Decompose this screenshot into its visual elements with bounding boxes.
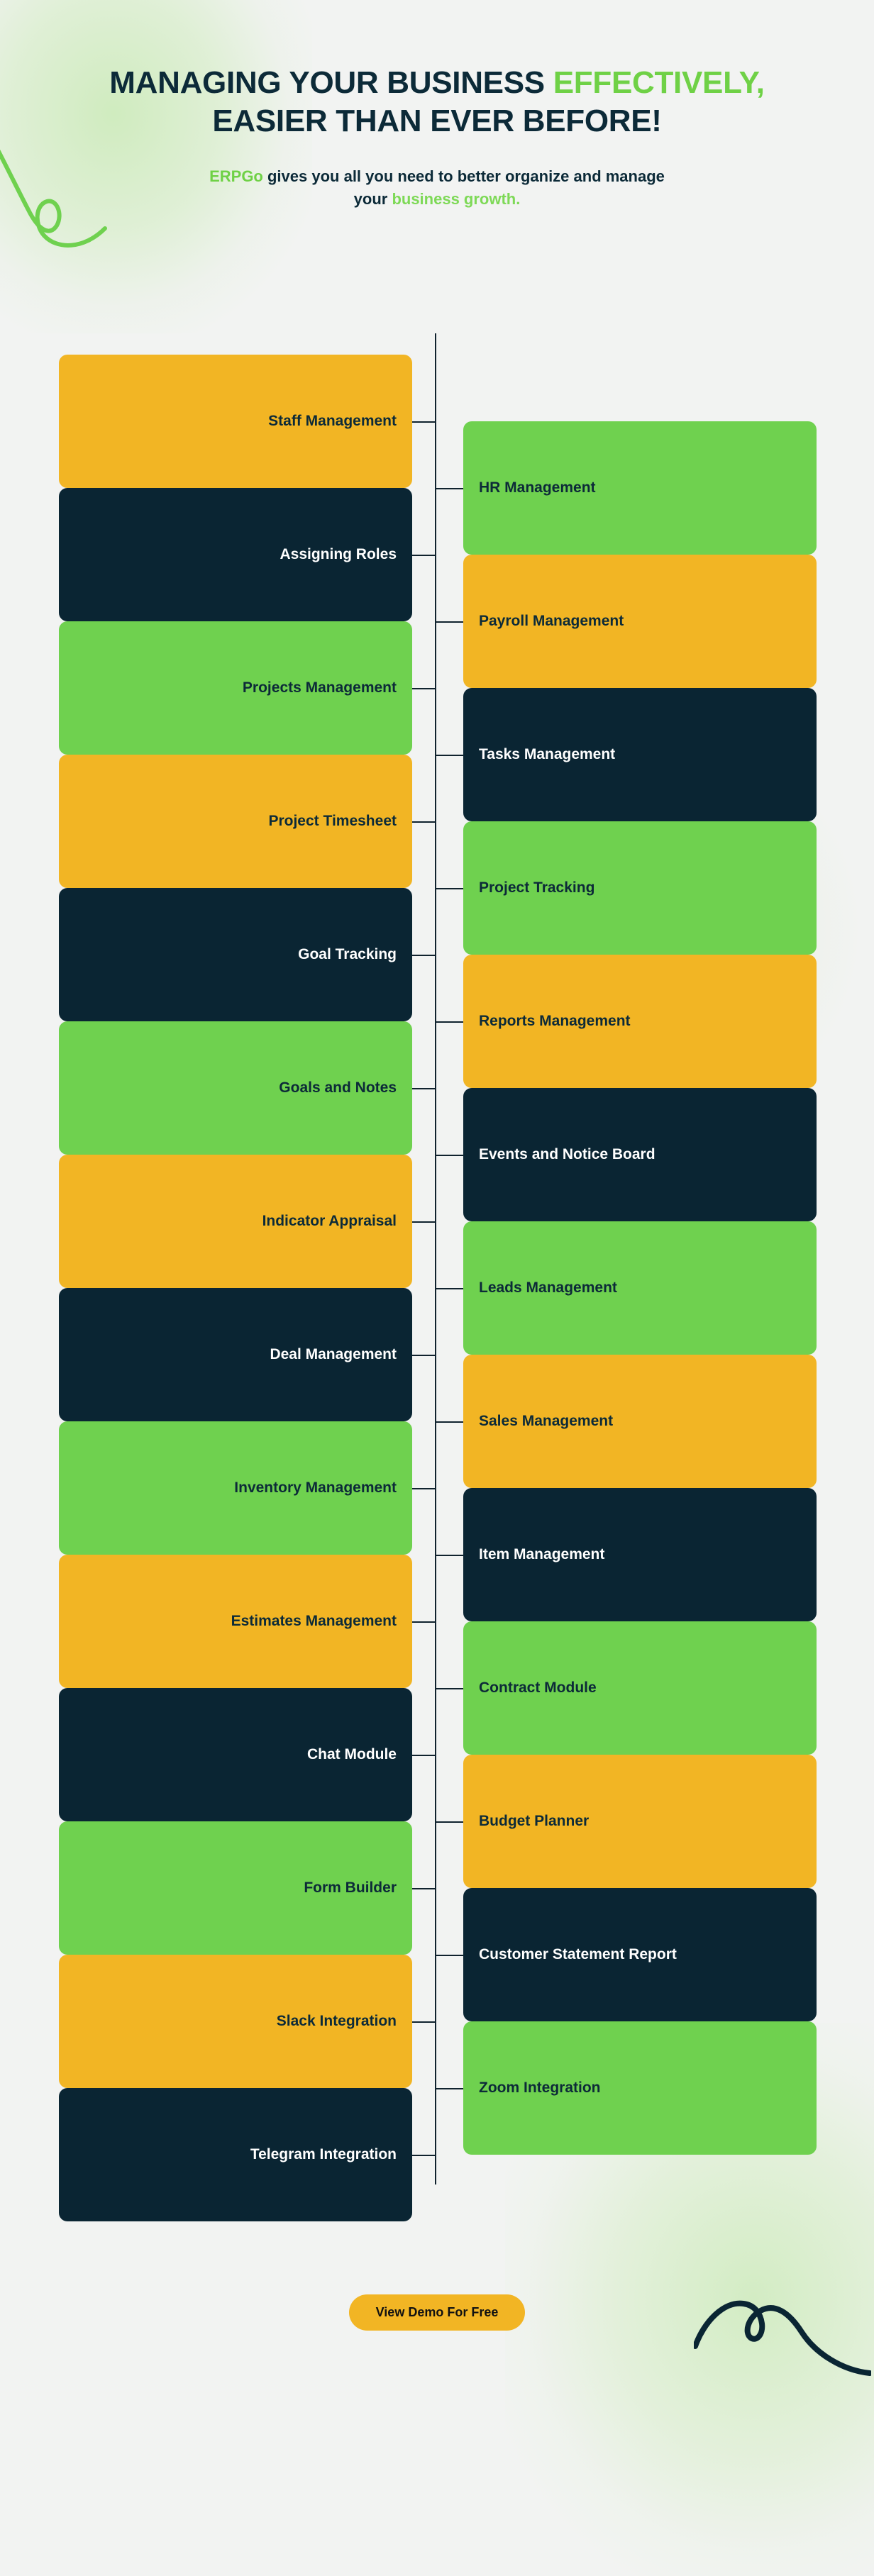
feature-node-label: Estimates Management [231,1613,397,1630]
connector-left-3 [412,688,435,689]
feature-diagram: Staff Management Assigning Roles Projects … [0,0,874,2392]
feature-node-inventory-management[interactable]: Inventory Management [59,1421,412,1555]
feature-node-item-management[interactable]: Item Management [463,1488,817,1621]
connector-left-2 [412,555,435,556]
feature-node-label: HR Management [479,479,596,496]
feature-node-chat-module[interactable]: Chat Module [59,1688,412,1821]
feature-node-label: Item Management [479,1546,605,1563]
feature-node-deal-management[interactable]: Deal Management [59,1288,412,1421]
feature-node-telegram-integration[interactable]: Telegram Integration [59,2088,412,2221]
feature-node-label: Projects Management [242,679,397,696]
feature-node-goal-tracking[interactable]: Goal Tracking [59,888,412,1021]
feature-node-label: Slack Integration [276,2013,397,2030]
connector-right-3 [435,755,463,756]
feature-node-label: Payroll Management [479,613,624,630]
connector-left-12 [412,1888,435,1889]
connector-right-10 [435,1688,463,1689]
connector-right-1 [435,488,463,489]
connector-left-14 [412,2155,435,2156]
connector-left-9 [412,1488,435,1489]
feature-node-label: Events and Notice Board [479,1146,656,1163]
connector-left-8 [412,1355,435,1356]
feature-node-label: Customer Statement Report [479,1946,677,1963]
feature-node-staff-management[interactable]: Staff Management [59,355,412,488]
feature-node-budget-planner[interactable]: Budget Planner [463,1755,817,1888]
feature-node-label: Chat Module [307,1746,397,1763]
feature-node-label: Reports Management [479,1013,631,1030]
connector-left-10 [412,1621,435,1623]
diagram-spine [435,333,436,2184]
connector-left-11 [412,1755,435,1756]
connector-right-9 [435,1555,463,1556]
feature-node-project-tracking[interactable]: Project Tracking [463,821,817,955]
feature-node-label: Project Timesheet [268,813,397,830]
feature-node-form-builder[interactable]: Form Builder [59,1821,412,1955]
connector-right-12 [435,1955,463,1956]
connector-right-13 [435,2088,463,2089]
connector-left-5 [412,955,435,956]
feature-node-label: Indicator Appraisal [262,1213,397,1230]
feature-node-events-and-notice-board[interactable]: Events and Notice Board [463,1088,817,1221]
feature-node-reports-management[interactable]: Reports Management [463,955,817,1088]
cta-container: View Demo For Free [0,2294,874,2331]
feature-node-customer-statement-report[interactable]: Customer Statement Report [463,1888,817,2021]
feature-node-label: Goal Tracking [298,946,397,963]
feature-node-tasks-management[interactable]: Tasks Management [463,688,817,821]
feature-node-goals-and-notes[interactable]: Goals and Notes [59,1021,412,1155]
feature-node-label: Form Builder [304,1880,397,1897]
feature-node-projects-management[interactable]: Projects Management [59,621,412,755]
feature-node-label: Contract Module [479,1680,597,1697]
connector-right-5 [435,1021,463,1023]
feature-node-project-timesheet[interactable]: Project Timesheet [59,755,412,888]
view-demo-button[interactable]: View Demo For Free [348,2294,526,2331]
feature-node-label: Tasks Management [479,746,616,763]
feature-node-label: Assigning Roles [280,546,397,563]
feature-node-leads-management[interactable]: Leads Management [463,1221,817,1355]
feature-node-label: Staff Management [268,413,397,430]
connector-right-4 [435,888,463,889]
feature-node-label: Deal Management [270,1346,397,1363]
feature-node-payroll-management[interactable]: Payroll Management [463,555,817,688]
connector-left-7 [412,1221,435,1223]
feature-node-label: Budget Planner [479,1813,590,1830]
connector-right-7 [435,1288,463,1289]
feature-node-contract-module[interactable]: Contract Module [463,1621,817,1755]
feature-node-label: Leads Management [479,1279,617,1297]
feature-node-label: Goals and Notes [279,1079,397,1097]
connector-right-6 [435,1155,463,1156]
feature-node-indicator-appraisal[interactable]: Indicator Appraisal [59,1155,412,1288]
feature-node-label: Project Tracking [479,879,595,896]
connector-right-2 [435,621,463,623]
feature-node-zoom-integration[interactable]: Zoom Integration [463,2021,817,2155]
feature-node-assigning-roles[interactable]: Assigning Roles [59,488,412,621]
connector-left-4 [412,821,435,823]
feature-node-slack-integration[interactable]: Slack Integration [59,1955,412,2088]
connector-right-8 [435,1421,463,1423]
connector-right-11 [435,1821,463,1823]
feature-node-label: Sales Management [479,1413,614,1430]
feature-node-label: Inventory Management [234,1479,397,1497]
connector-left-13 [412,2021,435,2023]
feature-node-hr-management[interactable]: HR Management [463,421,817,555]
feature-node-estimates-management[interactable]: Estimates Management [59,1555,412,1688]
connector-left-1 [412,421,435,423]
feature-node-label: Telegram Integration [250,2146,397,2163]
connector-left-6 [412,1088,435,1089]
feature-node-sales-management[interactable]: Sales Management [463,1355,817,1488]
feature-node-label: Zoom Integration [479,2080,601,2097]
